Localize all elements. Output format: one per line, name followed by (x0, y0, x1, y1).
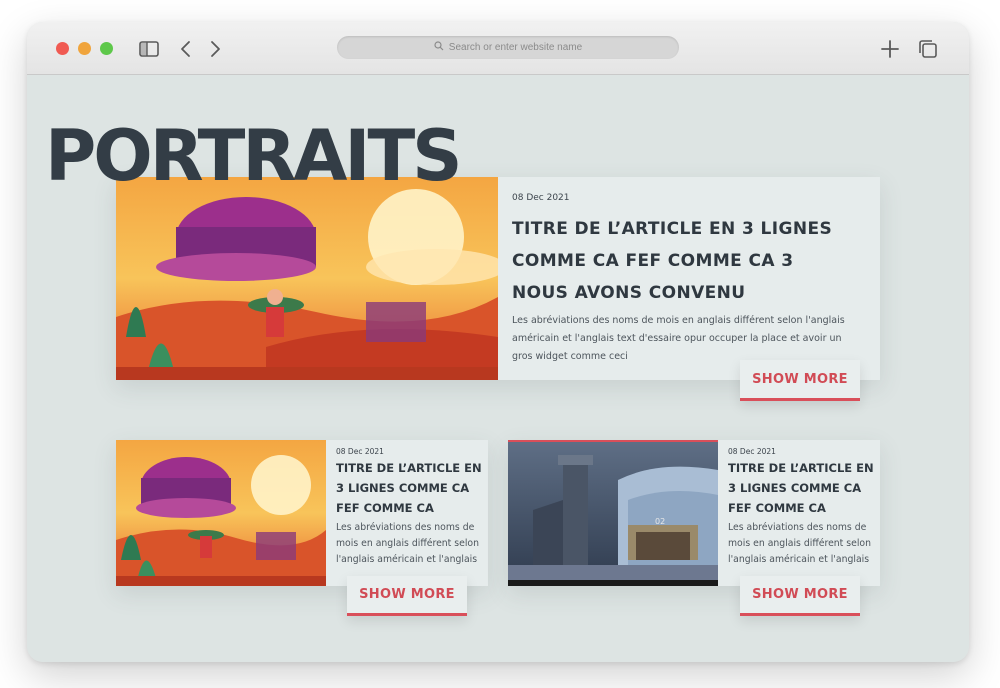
page-content: PORTRAITS 08 Dec 2021 TITRE DE L’ARTICLE… (27, 75, 969, 662)
address-placeholder: Search or enter website name (448, 42, 583, 53)
featured-article-date: 08 Dec 2021 (512, 193, 570, 203)
page-title: PORTRAITS (45, 115, 463, 197)
featured-article-card[interactable]: 08 Dec 2021 TITRE DE L’ARTICLE EN 3 LIGN… (116, 177, 880, 380)
forward-chevron-icon[interactable] (204, 38, 226, 60)
back-chevron-icon[interactable] (175, 38, 197, 60)
search-icon (434, 41, 444, 54)
browser-toolbar: Search or enter website name (27, 22, 969, 75)
article-card-2-title[interactable]: TITRE DE L’ARTICLE EN 3 LIGNES COMME CA … (728, 458, 878, 518)
featured-article-image[interactable] (116, 177, 498, 380)
browser-window: Search or enter website name PORTRAITS 0… (27, 22, 969, 662)
tabs-overview-icon[interactable] (917, 38, 939, 60)
article-card-1-title[interactable]: TITRE DE L’ARTICLE EN 3 LIGNES COMME CA … (336, 458, 486, 518)
article-card-1[interactable]: 08 Dec 2021 TITRE DE L’ARTICLE EN 3 LIGN… (116, 440, 488, 586)
article-card-1-show-more-button[interactable]: SHOW MORE (347, 576, 467, 616)
featured-article-excerpt: Les abréviations des noms de mois en ang… (512, 315, 845, 362)
featured-show-more-button[interactable]: SHOW MORE (740, 360, 860, 401)
article-card-1-date: 08 Dec 2021 (336, 447, 384, 456)
article-card-1-image[interactable] (116, 440, 326, 586)
article-card-2-date: 08 Dec 2021 (728, 447, 776, 456)
minimize-window-button[interactable] (78, 42, 91, 55)
article-card-2-image-number: 02 (655, 517, 665, 526)
sidebar-icon[interactable] (138, 38, 160, 60)
close-window-button[interactable] (56, 42, 69, 55)
maximize-window-button[interactable] (100, 42, 113, 55)
new-tab-icon[interactable] (879, 38, 901, 60)
address-bar[interactable]: Search or enter website name (337, 36, 679, 59)
article-card-2-image[interactable]: 02 (508, 440, 718, 586)
article-card-2-excerpt: Les abréviations des noms de mois en ang… (728, 522, 872, 565)
article-card-2-show-more-button[interactable]: SHOW MORE (740, 576, 860, 616)
article-card-1-excerpt: Les abréviations des noms de mois en ang… (336, 522, 480, 565)
featured-article-title[interactable]: TITRE DE L’ARTICLE EN 3 LIGNES COMME CA … (512, 213, 842, 309)
article-card-2[interactable]: 02 08 Dec 2021 TITRE DE L’ARTICLE EN 3 L… (508, 440, 880, 586)
